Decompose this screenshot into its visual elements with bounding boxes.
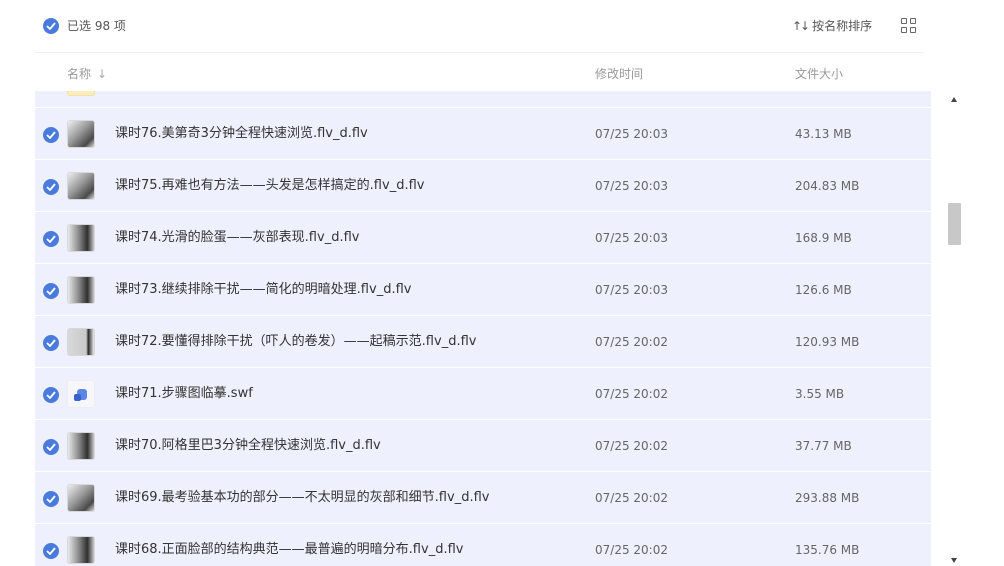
check-icon (46, 131, 56, 139)
file-name[interactable]: 课时75.再难也有方法——头发是怎样搞定的.flv_d.flv (115, 178, 424, 194)
file-name[interactable]: 课时68.正面脸部的结构典范——最普遍的明暗分布.flv_d.flv (115, 542, 463, 558)
file-modified-time: 07/25 20:03 (595, 179, 668, 193)
check-icon (46, 547, 56, 555)
file-name[interactable]: 课时76.美第奇3分钟全程快速浏览.flv_d.flv (115, 126, 368, 142)
column-modified-time[interactable]: 修改时间 (595, 65, 643, 82)
swf-file-icon (67, 380, 95, 408)
video-thumbnail (67, 484, 95, 512)
file-row[interactable]: 课时76.美第奇3分钟全程快速浏览.flv_d.flv 07/25 20:03 43… (35, 108, 931, 160)
video-thumbnail (67, 120, 95, 148)
file-modified-time: 07/25 20:03 (595, 127, 668, 141)
check-icon (46, 235, 56, 243)
row-checkbox[interactable] (43, 283, 59, 299)
file-size: 293.88 MB (795, 491, 860, 505)
file-modified-time: 07/25 20:02 (595, 439, 668, 453)
select-all-checkbox[interactable] (43, 18, 59, 34)
column-name-label: 名称 (67, 67, 92, 81)
video-thumbnail (67, 328, 95, 356)
scrollbar[interactable] (946, 91, 963, 566)
file-row[interactable]: 课时69.最考验基本功的部分——不太明显的灰部和细节.flv_d.flv 07/2… (35, 472, 931, 524)
row-checkbox[interactable] (43, 543, 59, 559)
file-name[interactable]: 课时72.要懂得排除干扰（吓人的卷发）——起稿示范.flv_d.flv (115, 334, 476, 350)
file-size: 135.76 MB (795, 543, 860, 557)
file-modified-time: 07/25 20:02 (595, 543, 668, 557)
row-checkbox[interactable] (43, 387, 59, 403)
row-checkbox[interactable] (43, 439, 59, 455)
video-thumbnail (67, 224, 95, 252)
file-size: 37.77 MB (795, 439, 852, 453)
column-file-size[interactable]: 文件大小 (795, 65, 843, 82)
check-icon (46, 183, 56, 191)
file-modified-time: 07/25 20:02 (595, 491, 668, 505)
file-modified-time: 07/25 20:02 (595, 335, 668, 349)
file-row[interactable]: 课时68.正面脸部的结构典范——最普遍的明暗分布.flv_d.flv 07/25 … (35, 524, 931, 566)
scroll-up-icon[interactable] (946, 91, 963, 109)
video-thumbnail (67, 276, 95, 304)
video-thumbnail (67, 536, 95, 564)
column-name[interactable]: 名称 ↓ (67, 65, 107, 82)
file-name[interactable]: 课时69.最考验基本功的部分——不太明显的灰部和细节.flv_d.flv (115, 490, 489, 506)
file-modified-time: 07/25 20:02 (595, 387, 668, 401)
check-icon (46, 22, 56, 30)
row-checkbox[interactable] (43, 179, 59, 195)
sort-label: 按名称排序 (812, 19, 873, 33)
check-icon (46, 443, 56, 451)
scroll-down-icon[interactable] (946, 556, 963, 566)
scrollbar-thumb[interactable] (948, 203, 961, 245)
column-header: 名称 ↓ 修改时间 文件大小 (35, 53, 924, 91)
file-row[interactable]: 课时71.步骤图临摹.swf 07/25 20:02 3.55 MB (35, 368, 931, 420)
file-name[interactable]: 课时73.继续排除干扰——简化的明暗处理.flv_d.flv (115, 282, 411, 298)
file-name[interactable]: 课时71.步骤图临摹.swf (115, 386, 253, 402)
selection-toolbar: 已选 98 项 ↑↓ 按名称排序 (35, 0, 924, 53)
file-row[interactable]: 课时74.光滑的脸蛋——灰部表现.flv_d.flv 07/25 20:03 168… (35, 212, 931, 264)
sort-icon: ↑↓ (792, 19, 810, 33)
file-modified-time: 07/25 20:03 (595, 231, 668, 245)
file-list: 课时76.美第奇3分钟全程快速浏览.flv_d.flv 07/25 20:03 43… (35, 91, 931, 566)
check-icon (46, 391, 56, 399)
file-row[interactable] (35, 91, 931, 108)
sort-button[interactable]: ↑↓ 按名称排序 (792, 17, 872, 35)
check-icon (46, 339, 56, 347)
file-rows: 课时76.美第奇3分钟全程快速浏览.flv_d.flv 07/25 20:03 43… (35, 91, 931, 566)
file-modified-time: 07/25 20:03 (595, 283, 668, 297)
check-icon (46, 287, 56, 295)
video-thumbnail (67, 172, 95, 200)
file-name[interactable]: 课时70.阿格里巴3分钟全程快速浏览.flv_d.flv (115, 438, 381, 454)
file-name[interactable]: 课时74.光滑的脸蛋——灰部表现.flv_d.flv (115, 230, 359, 246)
folder-icon (67, 91, 95, 96)
file-row[interactable]: 课时75.再难也有方法——头发是怎样搞定的.flv_d.flv 07/25 20:… (35, 160, 931, 212)
row-checkbox[interactable] (43, 127, 59, 143)
row-checkbox[interactable] (43, 335, 59, 351)
file-row[interactable]: 课时72.要懂得排除干扰（吓人的卷发）——起稿示范.flv_d.flv 07/25… (35, 316, 931, 368)
video-thumbnail (67, 432, 95, 460)
file-size: 204.83 MB (795, 179, 860, 193)
file-size: 120.93 MB (795, 335, 860, 349)
file-row[interactable]: 课时70.阿格里巴3分钟全程快速浏览.flv_d.flv 07/25 20:02 3… (35, 420, 931, 472)
file-size: 43.13 MB (795, 127, 852, 141)
row-checkbox[interactable] (43, 491, 59, 507)
file-row[interactable]: 课时73.继续排除干扰——简化的明暗处理.flv_d.flv 07/25 20:0… (35, 264, 931, 316)
file-size: 3.55 MB (795, 387, 845, 401)
sort-down-icon: ↓ (97, 67, 108, 81)
check-icon (46, 495, 56, 503)
file-size: 168.9 MB (795, 231, 852, 245)
grid-view-icon[interactable] (901, 18, 917, 34)
row-checkbox[interactable] (43, 231, 59, 247)
selection-count: 已选 98 项 (67, 19, 126, 33)
file-size: 126.6 MB (795, 283, 852, 297)
